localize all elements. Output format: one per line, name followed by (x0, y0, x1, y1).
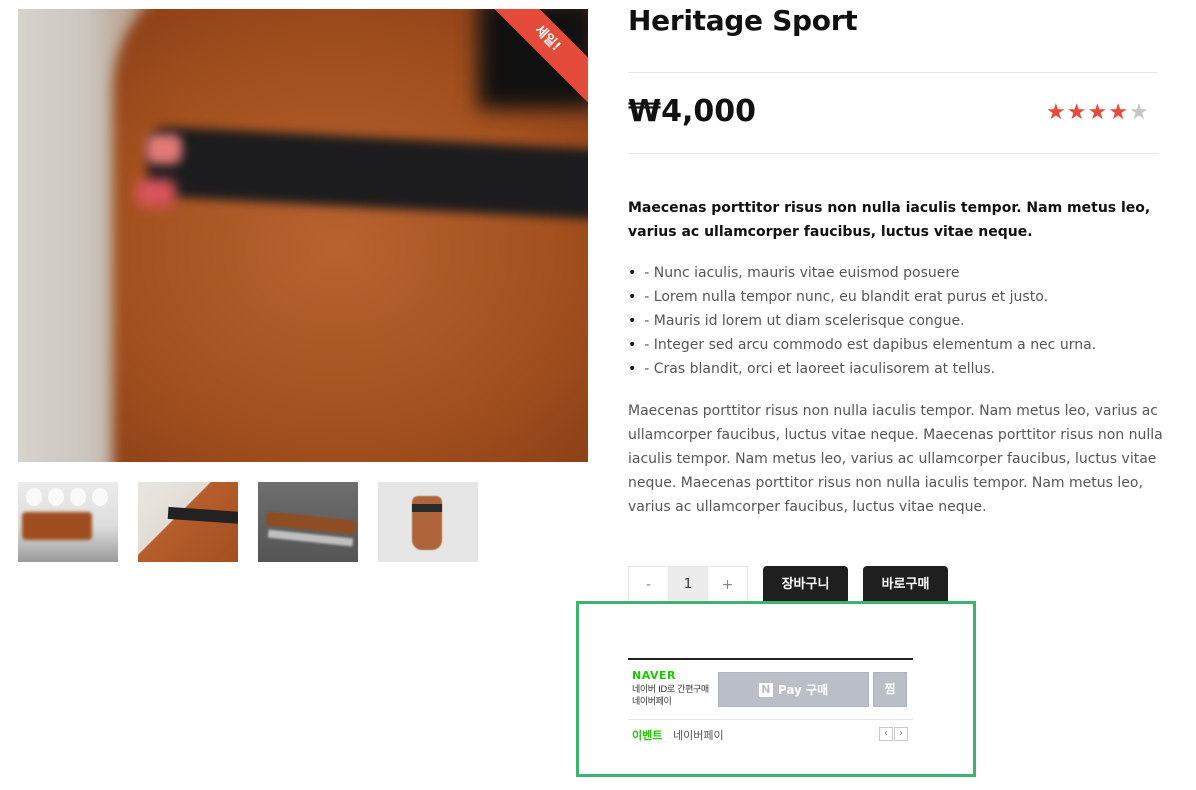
event-next-button[interactable]: › (894, 727, 908, 741)
event-label: 이벤트 (632, 729, 663, 742)
quantity-stepper: - 1 + (628, 566, 748, 604)
thumbnail-detail (70, 488, 86, 506)
thumbnail-4[interactable] (378, 482, 478, 562)
naverpay-buy-label: Pay 구매 (777, 683, 829, 697)
naverpay-buy-button[interactable]: N Pay 구매 (718, 672, 869, 707)
quantity-increase-button[interactable]: + (708, 567, 747, 603)
image-strap-accent (146, 134, 182, 164)
naverpay-top-rule (628, 658, 913, 660)
divider (628, 719, 913, 720)
feature-item: - Cras blandit, orci et laoreet iaculiso… (628, 357, 1158, 381)
product-main-image: 세일! (18, 9, 588, 462)
naver-logo: NAVER (632, 669, 676, 682)
product-title: Heritage Sport (628, 4, 858, 37)
product-lead-text: Maecenas porttitor risus non nulla iacul… (628, 200, 1151, 240)
quantity-input[interactable]: 1 (668, 567, 708, 603)
feature-list: - Nunc iaculis, mauris vitae euismod pos… (628, 261, 1158, 381)
feature-item: - Lorem nulla tempor nunc, eu blandit er… (628, 285, 1158, 309)
star-rating: ★ ★ ★ ★ ★ (1046, 100, 1149, 126)
thumbnail-detail (22, 512, 92, 540)
star-icon: ★ (1128, 100, 1149, 125)
buy-now-button[interactable]: 바로구매 (863, 566, 948, 604)
product-description: Maecenas porttitor risus non nulla iacul… (628, 403, 1163, 515)
naverpay-subtitle: 네이버 ID로 간편구매 네이버페이 (632, 684, 709, 708)
thumbnail-2[interactable] (138, 482, 238, 562)
feature-item: - Mauris id lorem ut diam scelerisque co… (628, 309, 1158, 333)
event-text[interactable]: 네이버페이 (673, 727, 724, 743)
star-icon: ★ (1108, 100, 1128, 125)
star-icon: ★ (1087, 100, 1108, 125)
thumbnail-detail (26, 488, 42, 506)
thumbnail-detail (92, 488, 108, 506)
divider (628, 153, 1158, 154)
thumbnail-1[interactable] (18, 482, 118, 562)
thumbnail-detail (167, 506, 238, 526)
star-icon: ★ (1046, 100, 1066, 125)
naver-n-icon: N (758, 682, 773, 697)
thumbnail-3[interactable] (258, 482, 358, 562)
event-prev-button[interactable]: ‹ (879, 727, 893, 741)
add-to-cart-button[interactable]: 장바구니 (763, 566, 848, 604)
quantity-decrease-button[interactable]: - (629, 567, 668, 603)
thumbnail-detail (412, 504, 442, 512)
star-icon: ★ (1066, 100, 1087, 125)
wishlist-button[interactable]: 찜 (873, 672, 907, 707)
product-price: ₩4,000 (628, 94, 756, 129)
naverpay-subtitle-line: 네이버페이 (632, 697, 672, 707)
divider (628, 72, 1158, 73)
image-strap-accent (136, 179, 176, 207)
naverpay-subtitle-line: 네이버 ID로 간편구매 (632, 685, 709, 695)
feature-item: - Integer sed arcu commodo est dapibus e… (628, 333, 1158, 357)
feature-item: - Nunc iaculis, mauris vitae euismod pos… (628, 261, 1158, 285)
thumbnail-detail (48, 488, 64, 506)
